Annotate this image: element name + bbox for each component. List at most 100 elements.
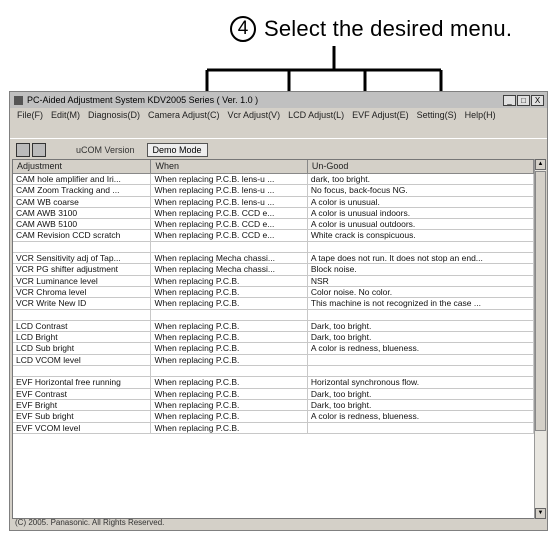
status-bar: (C) 2005. Panasonic. All Rights Reserved… [15, 518, 165, 527]
table-row[interactable] [13, 309, 534, 321]
cell-un-good: dark, too bright. [308, 174, 534, 185]
cell-un-good [308, 354, 534, 366]
cell-adjustment: EVF Sub bright [13, 411, 152, 422]
cell-when: When replacing P.C.B. [151, 377, 308, 388]
column-header-when[interactable]: When [151, 160, 308, 173]
cell-when: When replacing P.C.B. [151, 388, 308, 399]
menu-evf-adjust[interactable]: EVF Adjust(E) [349, 109, 414, 122]
table-row[interactable]: EVF Contrast When replacing P.C.B. Dark, t… [13, 388, 534, 400]
table-row[interactable]: VCR Write New ID When replacing P.C.B. Thi… [13, 298, 534, 310]
table-row[interactable]: CAM hole amplifier and Iri... When replac… [13, 174, 534, 186]
cell-adjustment: EVF Bright [13, 399, 152, 411]
cell-adjustment: LCD Contrast [13, 320, 152, 332]
table-row[interactable]: VCR PG shifter adjustment When replacing … [13, 264, 534, 276]
table-row[interactable]: EVF Sub bright When replacing P.C.B. A col… [13, 411, 534, 423]
cell-when: When replacing Mecha chassi... [151, 253, 308, 264]
cell-when: When replacing P.C.B. [151, 411, 308, 422]
column-header-adjustment[interactable]: Adjustment [13, 160, 152, 173]
cell-when: When replacing P.C.B. [151, 320, 308, 332]
cell-un-good: Dark, too bright. [308, 399, 534, 411]
minimize-button[interactable]: _ [503, 94, 516, 106]
toolbar: uCOM Version Demo Mode [10, 138, 547, 161]
vertical-scrollbar[interactable]: ▲ ▼ [534, 159, 546, 519]
table-row[interactable] [13, 366, 534, 378]
cell-adjustment: VCR PG shifter adjustment [13, 264, 152, 275]
table-row[interactable]: LCD Contrast When replacing P.C.B. Dark, t… [13, 320, 534, 333]
cell-when: When replacing P.C.B. CCD e... [151, 219, 308, 230]
cell-un-good: Block noise. [308, 264, 534, 275]
app-window: PC-Aided Adjustment System KDV2005 Serie… [9, 91, 548, 531]
cell-un-good [308, 366, 534, 377]
menu-setting[interactable]: Setting(S) [414, 109, 462, 122]
title-bar[interactable]: PC-Aided Adjustment System KDV2005 Serie… [10, 92, 547, 108]
maximize-button[interactable]: □ [517, 94, 530, 106]
window-title: PC-Aided Adjustment System KDV2005 Serie… [27, 95, 259, 105]
menu-file[interactable]: File(F) [14, 109, 48, 122]
menu-lcd-adjust[interactable]: LCD Adjust(L) [285, 109, 349, 122]
cell-adjustment: CAM Zoom Tracking and ... [13, 185, 152, 196]
column-header-un-good[interactable]: Un-Good [308, 160, 534, 173]
mode-field: Demo Mode [146, 143, 208, 157]
adjustment-table: Adjustment When Un-Good CAM hole amplifi… [12, 159, 535, 519]
table-row[interactable] [13, 241, 534, 254]
menu-camera-adjust[interactable]: Camera Adjust(C) [145, 109, 225, 122]
menu-bar: File(F) Edit(M) Diagnosis(D) Camera Adju… [10, 108, 547, 138]
cell-adjustment: EVF VCOM level [13, 422, 152, 433]
cell-un-good: A color is unusual indoors. [308, 207, 534, 219]
cell-when: When replacing P.C.B. lens-u ... [151, 185, 308, 196]
cell-adjustment [13, 309, 152, 320]
menu-edit[interactable]: Edit(M) [48, 109, 85, 122]
cell-adjustment: EVF Contrast [13, 388, 152, 399]
cell-when: When replacing P.C.B. [151, 298, 308, 309]
table-row[interactable]: CAM AWB 3100 When replacing P.C.B. CCD e.… [13, 207, 534, 220]
cell-when: When replacing P.C.B. lens-u ... [151, 174, 308, 185]
cell-adjustment: CAM AWB 3100 [13, 207, 152, 219]
cell-when: When replacing P.C.B. [151, 422, 308, 433]
cell-when: When replacing P.C.B. [151, 399, 308, 411]
scroll-thumb[interactable] [535, 171, 546, 431]
cell-when: When replacing P.C.B. [151, 275, 308, 286]
cell-when: When replacing P.C.B. [151, 286, 308, 298]
cell-adjustment: LCD Sub bright [13, 343, 152, 354]
app-icon [14, 95, 23, 105]
table-row[interactable]: VCR Sensitivity adj of Tap... When replac… [13, 253, 534, 265]
disconnect-icon[interactable] [32, 143, 46, 157]
menu-vcr-adjust[interactable]: Vcr Adjust(V) [225, 109, 286, 122]
table-row[interactable]: CAM Revision CCD scratch When replacing P… [13, 230, 534, 242]
ucom-version-label: uCOM Version [76, 145, 135, 155]
cell-un-good: Dark, too bright. [308, 320, 534, 332]
cell-un-good: NSR [308, 275, 534, 286]
cell-adjustment: CAM WB coarse [13, 196, 152, 207]
cell-when: When replacing P.C.B. [151, 354, 308, 366]
cell-un-good: Dark, too bright. [308, 332, 534, 343]
cell-un-good: Horizontal synchronous flow. [308, 377, 534, 388]
cell-when [151, 241, 308, 253]
table-row[interactable]: LCD VCOM level When replacing P.C.B. [13, 354, 534, 367]
cell-when: When replacing P.C.B. CCD e... [151, 230, 308, 241]
menu-diagnosis[interactable]: Diagnosis(D) [85, 109, 145, 122]
table-row[interactable]: EVF Bright When replacing P.C.B. Dark, too… [13, 399, 534, 412]
cell-when [151, 366, 308, 377]
cell-un-good [308, 309, 534, 320]
scroll-up-icon[interactable]: ▲ [535, 159, 546, 170]
cell-adjustment: CAM hole amplifier and Iri... [13, 174, 152, 185]
cell-un-good: No focus, back-focus NG. [308, 185, 534, 196]
menu-help[interactable]: Help(H) [462, 109, 501, 122]
close-button[interactable]: X [531, 94, 544, 106]
table-row[interactable]: LCD Sub bright When replacing P.C.B. A col… [13, 343, 534, 355]
cell-un-good [308, 422, 534, 433]
table-row[interactable]: EVF VCOM level When replacing P.C.B. [13, 422, 534, 434]
table-row[interactable]: CAM AWB 5100 When replacing P.C.B. CCD e.… [13, 219, 534, 231]
table-body: CAM hole amplifier and Iri... When replac… [13, 174, 534, 434]
table-row[interactable]: CAM WB coarse When replacing P.C.B. lens-… [13, 196, 534, 208]
table-row[interactable]: VCR Chroma level When replacing P.C.B. Col… [13, 286, 534, 299]
table-row[interactable]: VCR Luminance level When replacing P.C.B.… [13, 275, 534, 287]
cell-adjustment: EVF Horizontal free running [13, 377, 152, 388]
table-row[interactable]: EVF Horizontal free running When replacin… [13, 377, 534, 389]
cell-when: When replacing Mecha chassi... [151, 264, 308, 275]
cell-adjustment: LCD VCOM level [13, 354, 152, 366]
table-row[interactable]: CAM Zoom Tracking and ... When replacing … [13, 185, 534, 197]
cell-adjustment: VCR Sensitivity adj of Tap... [13, 253, 152, 264]
table-row[interactable]: LCD Bright When replacing P.C.B. Dark, too… [13, 332, 534, 344]
connect-icon[interactable] [16, 143, 30, 157]
